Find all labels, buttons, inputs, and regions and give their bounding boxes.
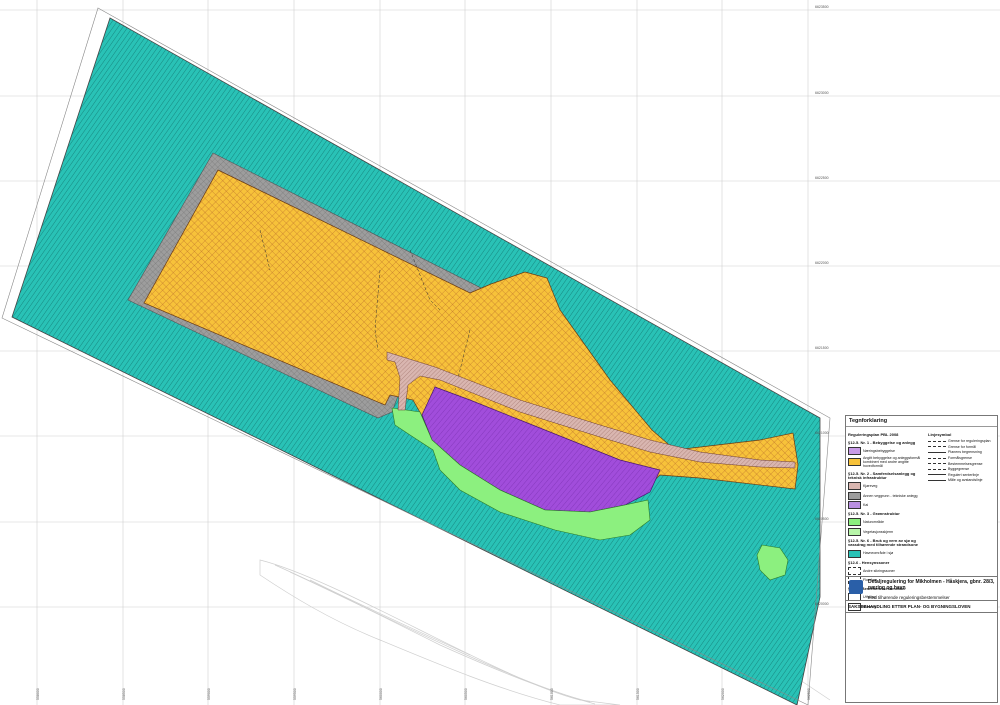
legend-section-title: Reguleringsplan PBL 2008 — [848, 432, 899, 437]
swatch-sea — [848, 549, 861, 558]
municipality-logo-icon — [849, 580, 863, 594]
legend-item: Kjøreveg — [848, 482, 926, 491]
grid-label-east: 560500 — [464, 688, 468, 700]
swatch-green — [848, 518, 861, 527]
grid-label-east: 561500 — [636, 688, 640, 700]
legend-item-label: Kjøreveg — [863, 484, 878, 489]
legend-lines-column: Linjesymbol Grense for reguleringsplan G… — [928, 430, 996, 483]
swatch-purple — [848, 446, 861, 455]
legend-line-label: Måle og avstandslinje — [948, 478, 983, 483]
legend-line-item: Byggegrense — [928, 467, 996, 471]
legend-line-label: Bestemmelsesgrense — [948, 461, 983, 466]
legend-line-item: Formålsgrense — [928, 456, 996, 460]
plan-title: Detaljregulering for Mikholmen - Håskjer… — [846, 577, 997, 595]
grid-label-east: 558000 — [36, 688, 40, 700]
swatch-yellow — [848, 458, 861, 467]
legend-section-title: §12-6 - Hensynssoner — [848, 559, 890, 565]
legend-line-label: Byggegrense — [948, 467, 970, 472]
line-symbol — [928, 480, 946, 482]
swatch-zone — [848, 566, 861, 575]
grid-label-north: 6621000 — [815, 431, 829, 435]
legend-line-item: Måle og avstandslinje — [928, 478, 996, 482]
swatch-road — [848, 482, 861, 491]
grid-label-north: 6620500 — [815, 517, 829, 521]
grid-label-north: 6623500 — [815, 5, 829, 9]
legend-item-label: Annen veggrunn - tekniske anlegg — [863, 493, 918, 498]
legend-item-label: Havneområde i sjø — [863, 551, 894, 556]
grid-label-east: 559000 — [207, 688, 211, 700]
map-legend: Tegnforklaring Reguleringsplan PBL 2008 … — [845, 415, 998, 703]
legend-item-label: Næringsbebyggelse — [863, 448, 895, 453]
line-symbol — [928, 440, 946, 442]
legend-section-title: §12-5. Nr. 3 - Grønnstruktur — [848, 511, 900, 517]
grid-label-east: 561000 — [550, 688, 554, 700]
swatch-grey — [848, 491, 861, 500]
legend-line-item: Bestemmelsesgrense — [928, 462, 996, 466]
legend-line-label: Grense for formål — [948, 444, 976, 449]
legend-section-title: §12-5. Nr. 6 - Bruk og vern av sjø og va… — [848, 537, 919, 548]
legend-item: Næringsbebyggelse — [848, 446, 926, 455]
grid-label-east: 562000 — [721, 688, 725, 700]
grid-label-north: 6623000 — [815, 91, 829, 95]
legend-item-label: Naturområde — [863, 520, 884, 525]
legend-line-item: Grense for reguleringsplan — [928, 439, 996, 443]
grid-label-east: 559500 — [293, 688, 297, 700]
grid-label-north: 6620000 — [815, 602, 829, 606]
grid-label-east: 560000 — [379, 688, 383, 700]
legend-item: Vegetasjonsskjerm — [848, 527, 926, 536]
grid-label-north: 6621500 — [815, 346, 829, 350]
line-symbol — [928, 463, 946, 465]
legend-line-item: Regulert senterlinje — [928, 473, 996, 477]
plan-title-text: Detaljregulering for Mikholmen - Håskjer… — [868, 579, 995, 591]
legend-line-label: Formålsgrense — [948, 455, 972, 460]
legend-item-label: Angitt bebyggelse og anleggsformål kombi… — [863, 456, 921, 469]
line-symbol — [928, 474, 946, 476]
procedure-heading: SAKSBEHANDLING ETTER PLAN- OG BYGNINGSLO… — [846, 599, 997, 613]
legend-item: Kai — [848, 501, 926, 510]
grid-label-north: 6622500 — [815, 176, 829, 180]
plan-title-block: Detaljregulering for Mikholmen - Håskjer… — [846, 576, 997, 613]
legend-item-label: Vegetasjonsskjerm — [863, 529, 894, 534]
legend-item: Annen veggrunn - tekniske anlegg — [848, 491, 926, 500]
legend-line-label: Regulert senterlinje — [948, 472, 979, 477]
legend-item: Angitt bebyggelse og anleggsformål kombi… — [848, 456, 926, 468]
grid-label-north: 6622000 — [815, 261, 829, 265]
legend-item: Naturområde — [848, 518, 926, 527]
line-symbol — [928, 451, 946, 453]
grid-label-east: 562500 — [807, 688, 811, 700]
swatch-quay — [848, 501, 861, 510]
line-symbol — [928, 457, 946, 459]
legend-item: Andre sikringssoner — [848, 566, 926, 575]
legend-line-item: Grense for formål — [928, 445, 996, 449]
legend-item-label: Andre sikringssoner — [863, 568, 895, 573]
legend-section-title: §12-5. Nr. 1 - Bebyggelse og anlegg — [848, 439, 916, 445]
legend-line-item: Planens begrensning — [928, 450, 996, 454]
grid-label-east: 558500 — [122, 688, 126, 700]
legend-section-title: §12-5. Nr. 2 - Samferdselsanlegg og tekn… — [848, 470, 916, 481]
legend-heading: Tegnforklaring — [846, 416, 997, 428]
line-symbol — [928, 468, 946, 470]
legend-item: Havneområde i sjø — [848, 549, 926, 558]
legend-item-label: Kai — [863, 503, 869, 508]
line-symbol — [928, 446, 946, 448]
legend-line-label: Grense for reguleringsplan — [948, 439, 991, 444]
legend-lines-heading: Linjesymbol — [928, 432, 952, 437]
swatch-light-green — [848, 527, 861, 536]
legend-line-label: Planens begrensning — [948, 450, 982, 455]
